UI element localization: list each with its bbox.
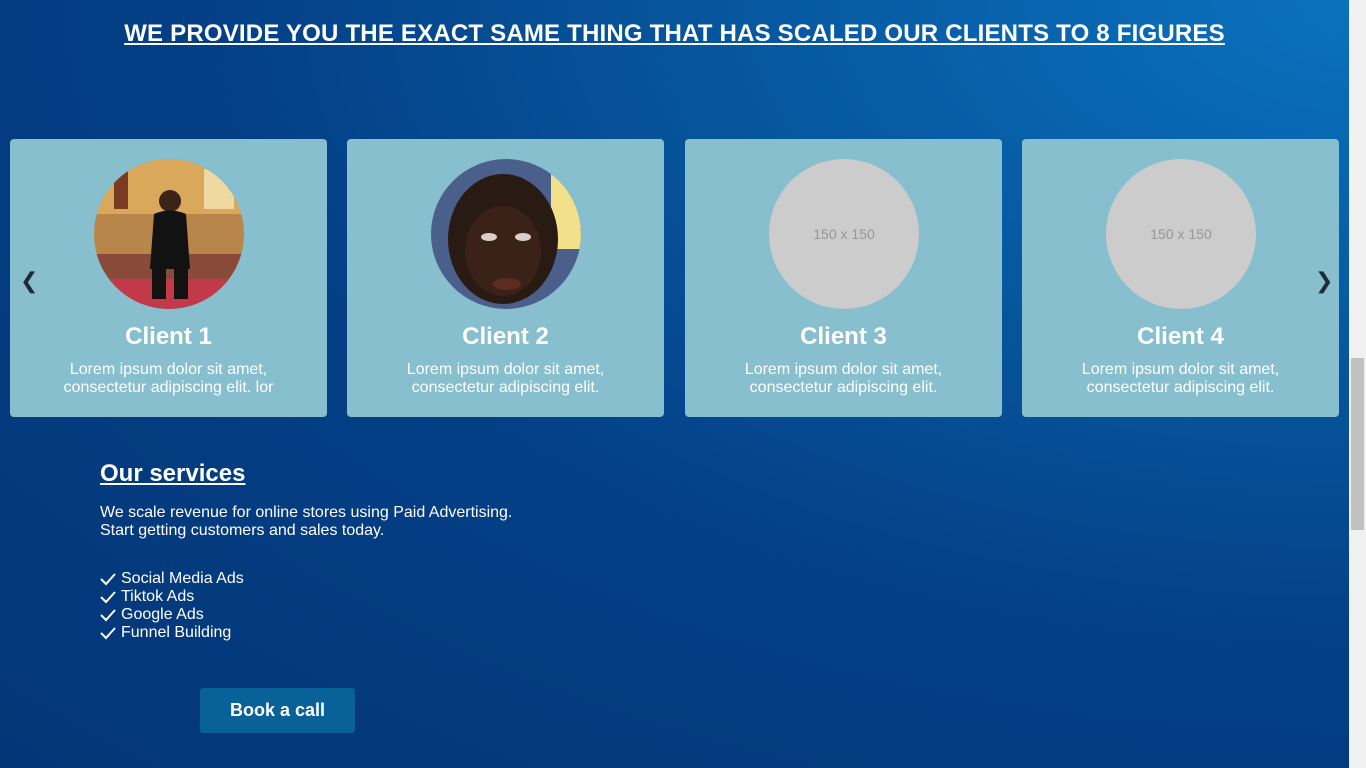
- check-icon: [100, 627, 116, 640]
- client-description: Lorem ipsum dolor sit amet, consectetur …: [406, 361, 605, 396]
- carousel-prev-icon[interactable]: ❮: [20, 268, 38, 294]
- service-label: Social Media Ads: [121, 570, 244, 587]
- carousel-next-icon[interactable]: ❯: [1315, 268, 1333, 294]
- client-card: 150 x 150 Client 4 Lorem ipsum dolor sit…: [1022, 139, 1339, 417]
- headline: WE PROVIDE YOU THE EXACT SAME THING THAT…: [124, 20, 1225, 47]
- client-description: Lorem ipsum dolor sit amet, consectetur …: [1081, 361, 1280, 396]
- page: WE PROVIDE YOU THE EXACT SAME THING THAT…: [0, 0, 1349, 768]
- services-description: We scale revenue for online stores using…: [100, 504, 513, 539]
- list-item: Social Media Ads: [100, 570, 520, 588]
- list-item: Funnel Building: [100, 624, 520, 642]
- client-description: Lorem ipsum dolor sit amet, consectetur …: [744, 361, 943, 396]
- client-card: Client 2 Lorem ipsum dolor sit amet, con…: [347, 139, 664, 417]
- client-name: Client 3: [800, 323, 887, 350]
- services-title: Our services: [100, 460, 246, 487]
- services-section: Our services We scale revenue for online…: [100, 460, 520, 642]
- clients-carousel: Client 1 Lorem ipsum dolor sit amet, con…: [10, 139, 1339, 417]
- scrollbar-thumb[interactable]: [1351, 358, 1364, 530]
- client-card: 150 x 150 Client 3 Lorem ipsum dolor sit…: [685, 139, 1002, 417]
- list-item: Google Ads: [100, 606, 520, 624]
- client-name: Client 1: [125, 323, 212, 350]
- list-item: Tiktok Ads: [100, 588, 520, 606]
- service-label: Google Ads: [121, 606, 204, 623]
- client-description: Lorem ipsum dolor sit amet, consectetur …: [63, 361, 274, 396]
- book-call-button[interactable]: Book a call: [200, 688, 355, 733]
- client-name: Client 2: [462, 323, 549, 350]
- client-photo: [431, 159, 581, 309]
- check-icon: [100, 573, 116, 586]
- check-icon: [100, 591, 116, 604]
- page-scrollbar[interactable]: [1349, 0, 1366, 768]
- service-label: Funnel Building: [121, 624, 232, 641]
- check-icon: [100, 609, 116, 622]
- service-label: Tiktok Ads: [121, 588, 195, 605]
- placeholder-image: 150 x 150: [1106, 159, 1256, 309]
- client-name: Client 4: [1137, 323, 1224, 350]
- placeholder-image: 150 x 150: [769, 159, 919, 309]
- client-card: Client 1 Lorem ipsum dolor sit amet, con…: [10, 139, 327, 417]
- services-list: Social Media Ads Tiktok Ads Google Ads F…: [100, 570, 520, 642]
- client-photo: [94, 159, 244, 309]
